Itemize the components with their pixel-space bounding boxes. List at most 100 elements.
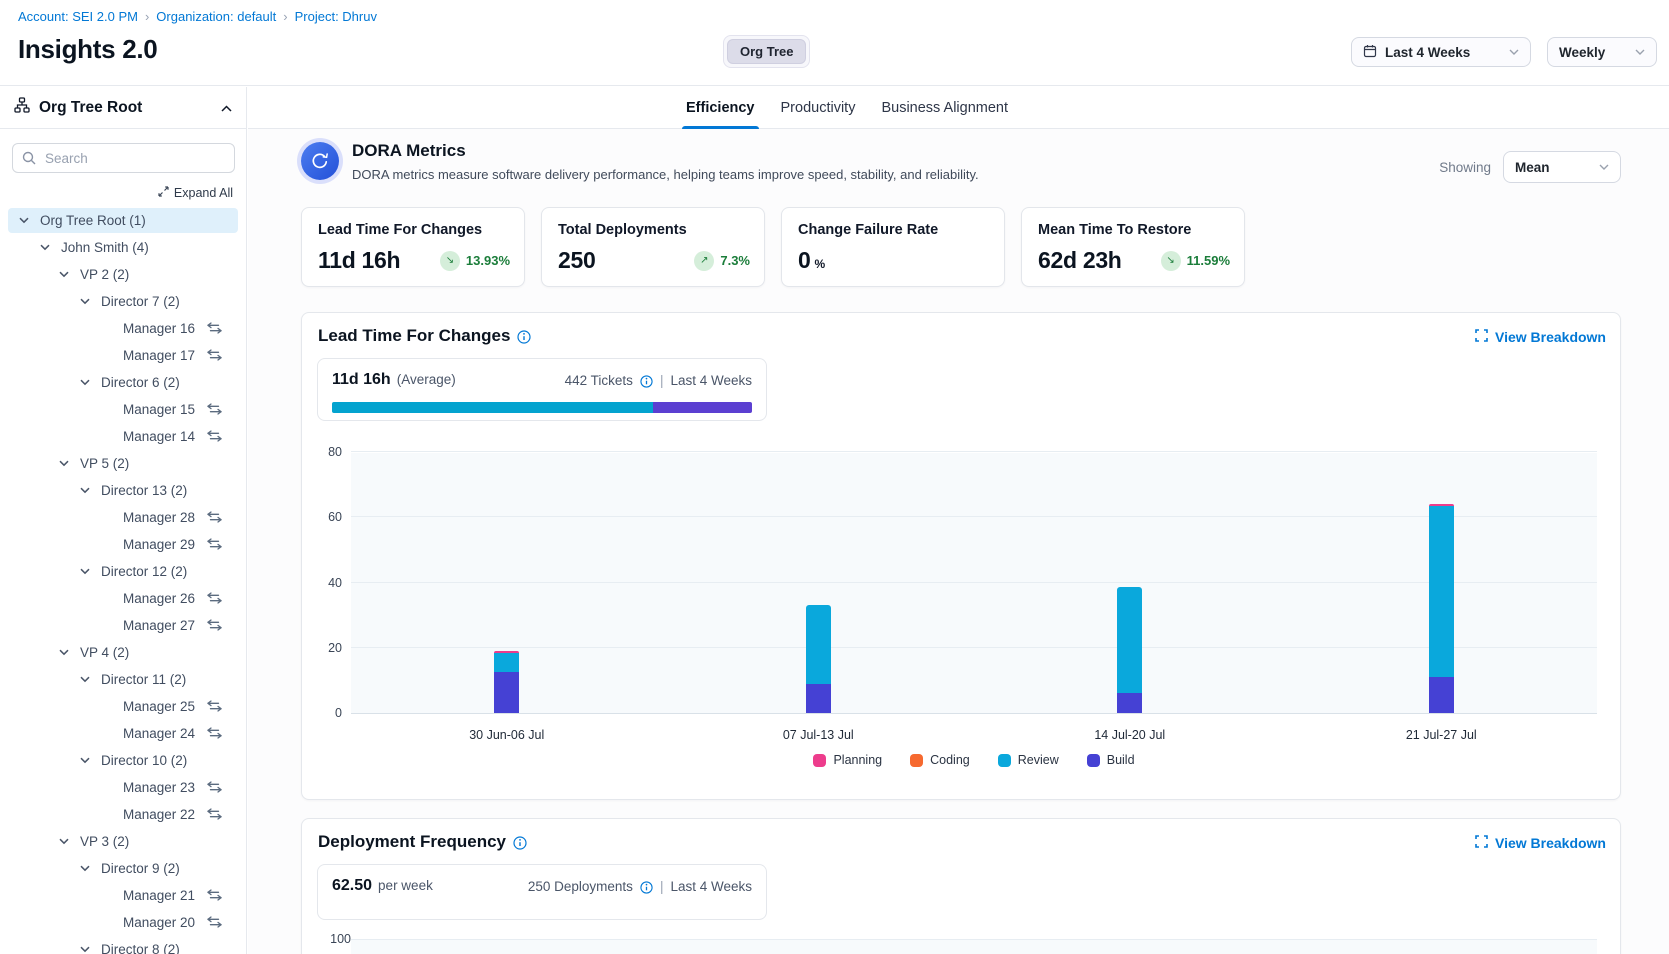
tree-item-label: John Smith (4) bbox=[61, 240, 149, 255]
legend-item-build[interactable]: Build bbox=[1087, 753, 1135, 767]
tree-item[interactable]: Director 11 (2) bbox=[0, 666, 246, 693]
tree-item[interactable]: Manager 21 bbox=[0, 882, 246, 909]
tree-item-label: Director 10 (2) bbox=[101, 753, 187, 768]
compare-arrows-icon[interactable] bbox=[207, 538, 222, 550]
tree-item[interactable]: Director 13 (2) bbox=[0, 477, 246, 504]
tree-item[interactable]: Director 12 (2) bbox=[0, 558, 246, 585]
info-icon[interactable] bbox=[517, 330, 531, 344]
tree-item[interactable]: VP 5 (2) bbox=[0, 450, 246, 477]
tree-item[interactable]: Manager 17 bbox=[0, 342, 246, 369]
chevron-down-icon[interactable] bbox=[19, 217, 29, 224]
tree-item[interactable]: Manager 20 bbox=[0, 909, 246, 936]
x-axis-labels: 30 Jun-06 Jul07 Jul-13 Jul14 Jul-20 Jul2… bbox=[351, 728, 1597, 746]
chevron-down-icon[interactable] bbox=[40, 244, 50, 251]
chevron-down-icon[interactable] bbox=[59, 649, 69, 656]
lead-time-view-breakdown-link[interactable]: View Breakdown bbox=[1475, 329, 1606, 345]
tab-productivity[interactable]: Productivity bbox=[781, 87, 856, 129]
breadcrumb-link[interactable]: Organization: default bbox=[156, 9, 276, 24]
collapse-sidebar-icon[interactable] bbox=[221, 99, 232, 117]
chevron-down-icon[interactable] bbox=[80, 379, 90, 386]
chevron-down-icon[interactable] bbox=[80, 865, 90, 872]
tree-item[interactable]: Manager 25 bbox=[0, 693, 246, 720]
compare-arrows-icon[interactable] bbox=[207, 727, 222, 739]
search-input[interactable] bbox=[12, 143, 235, 173]
tree-item[interactable]: Director 6 (2) bbox=[0, 369, 246, 396]
compare-arrows-icon[interactable] bbox=[207, 808, 222, 820]
compare-arrows-icon[interactable] bbox=[207, 592, 222, 604]
chevron-down-icon[interactable] bbox=[59, 460, 69, 467]
deployment-view-breakdown-link[interactable]: View Breakdown bbox=[1475, 835, 1606, 851]
breadcrumb-link[interactable]: Account: SEI 2.0 PM bbox=[18, 9, 138, 24]
deployment-rate-value: 62.50 bbox=[332, 877, 372, 895]
tree-item[interactable]: VP 4 (2) bbox=[0, 639, 246, 666]
tree-item[interactable]: Director 7 (2) bbox=[0, 288, 246, 315]
tree-item[interactable]: Manager 26 bbox=[0, 585, 246, 612]
granularity-value: Weekly bbox=[1559, 45, 1605, 60]
tab-business-alignment[interactable]: Business Alignment bbox=[881, 87, 1008, 129]
metric-card-value: 0 bbox=[798, 247, 811, 274]
tree-item[interactable]: VP 2 (2) bbox=[0, 261, 246, 288]
metric-card-value-row: 62d 23h↘11.59% bbox=[1038, 247, 1230, 274]
chevron-down-icon[interactable] bbox=[80, 946, 90, 953]
chevron-down-icon[interactable] bbox=[80, 676, 90, 683]
compare-arrows-icon[interactable] bbox=[207, 430, 222, 442]
tree-item-label: Manager 27 bbox=[123, 618, 195, 633]
compare-arrows-icon[interactable] bbox=[207, 511, 222, 523]
org-tree-toggle-button[interactable]: Org Tree bbox=[727, 39, 806, 64]
compare-arrows-icon[interactable] bbox=[207, 349, 222, 361]
metric-card-value: 250 bbox=[558, 247, 595, 274]
chevron-down-icon[interactable] bbox=[59, 838, 69, 845]
tree-item[interactable]: Director 9 (2) bbox=[0, 855, 246, 882]
y-tick-label: 0 bbox=[302, 706, 342, 720]
bar-30-jun-06-jul[interactable] bbox=[494, 651, 519, 713]
bar-14-jul-20-jul[interactable] bbox=[1117, 587, 1142, 713]
tree-item[interactable]: Manager 16 bbox=[0, 315, 246, 342]
phase-bar-segment-build[interactable] bbox=[653, 402, 752, 413]
tree-item[interactable]: Manager 28 bbox=[0, 504, 246, 531]
legend-item-planning[interactable]: Planning bbox=[813, 753, 882, 767]
info-icon[interactable] bbox=[640, 375, 653, 388]
info-icon[interactable] bbox=[640, 881, 653, 894]
tree-item[interactable]: Manager 29 bbox=[0, 531, 246, 558]
chevron-down-icon[interactable] bbox=[59, 271, 69, 278]
compare-arrows-icon[interactable] bbox=[207, 889, 222, 901]
compare-arrows-icon[interactable] bbox=[207, 619, 222, 631]
tree-item[interactable]: John Smith (4) bbox=[0, 234, 246, 261]
compare-arrows-icon[interactable] bbox=[207, 781, 222, 793]
tree-item[interactable]: Manager 23 bbox=[0, 774, 246, 801]
tree-item[interactable]: Manager 27 bbox=[0, 612, 246, 639]
chevron-down-icon[interactable] bbox=[80, 757, 90, 764]
legend-item-review[interactable]: Review bbox=[998, 753, 1059, 767]
showing-value: Mean bbox=[1515, 160, 1550, 175]
metric-card-value: 11d 16h bbox=[318, 247, 400, 274]
granularity-select[interactable]: Weekly bbox=[1547, 37, 1657, 67]
showing-select[interactable]: Mean bbox=[1503, 151, 1621, 183]
info-icon[interactable] bbox=[513, 836, 527, 850]
compare-arrows-icon[interactable] bbox=[207, 916, 222, 928]
breadcrumb-link[interactable]: Project: Dhruv bbox=[295, 9, 377, 24]
chevron-down-icon[interactable] bbox=[80, 568, 90, 575]
legend-item-coding[interactable]: Coding bbox=[910, 753, 970, 767]
chevron-down-icon[interactable] bbox=[80, 487, 90, 494]
tree-item[interactable]: Manager 22 bbox=[0, 801, 246, 828]
tree-item[interactable]: Director 10 (2) bbox=[0, 747, 246, 774]
tree-item[interactable]: Org Tree Root (1) bbox=[0, 207, 246, 234]
expand-all-button[interactable]: Expand All bbox=[158, 186, 233, 200]
bar-21-jul-27-jul[interactable] bbox=[1429, 504, 1454, 713]
tree-item[interactable]: VP 3 (2) bbox=[0, 828, 246, 855]
breadcrumb-separator-icon: › bbox=[145, 9, 149, 24]
org-tree-sidebar: Org Tree Root Expand All Org Tree Root (… bbox=[0, 87, 247, 954]
view-toggle-group: Org Tree bbox=[723, 35, 810, 68]
tab-efficiency[interactable]: Efficiency bbox=[686, 87, 755, 129]
bar-07-jul-13-jul[interactable] bbox=[806, 605, 831, 713]
tree-item[interactable]: Manager 15 bbox=[0, 396, 246, 423]
date-range-select[interactable]: Last 4 Weeks bbox=[1351, 37, 1531, 67]
compare-arrows-icon[interactable] bbox=[207, 322, 222, 334]
compare-arrows-icon[interactable] bbox=[207, 700, 222, 712]
phase-bar-segment-review[interactable] bbox=[332, 402, 653, 413]
chevron-down-icon[interactable] bbox=[80, 298, 90, 305]
tree-item[interactable]: Director 8 (2) bbox=[0, 936, 246, 954]
compare-arrows-icon[interactable] bbox=[207, 403, 222, 415]
tree-item[interactable]: Manager 24 bbox=[0, 720, 246, 747]
tree-item[interactable]: Manager 14 bbox=[0, 423, 246, 450]
